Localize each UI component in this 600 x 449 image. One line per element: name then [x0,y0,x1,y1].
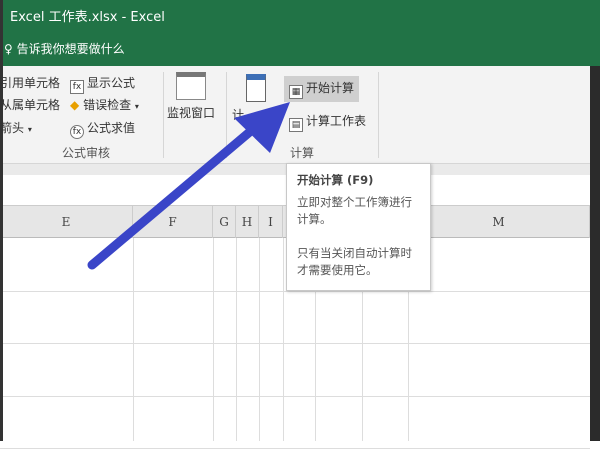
arrow-head [234,102,290,153]
arrow-shaft [87,120,263,270]
annotation-arrow [87,102,290,270]
